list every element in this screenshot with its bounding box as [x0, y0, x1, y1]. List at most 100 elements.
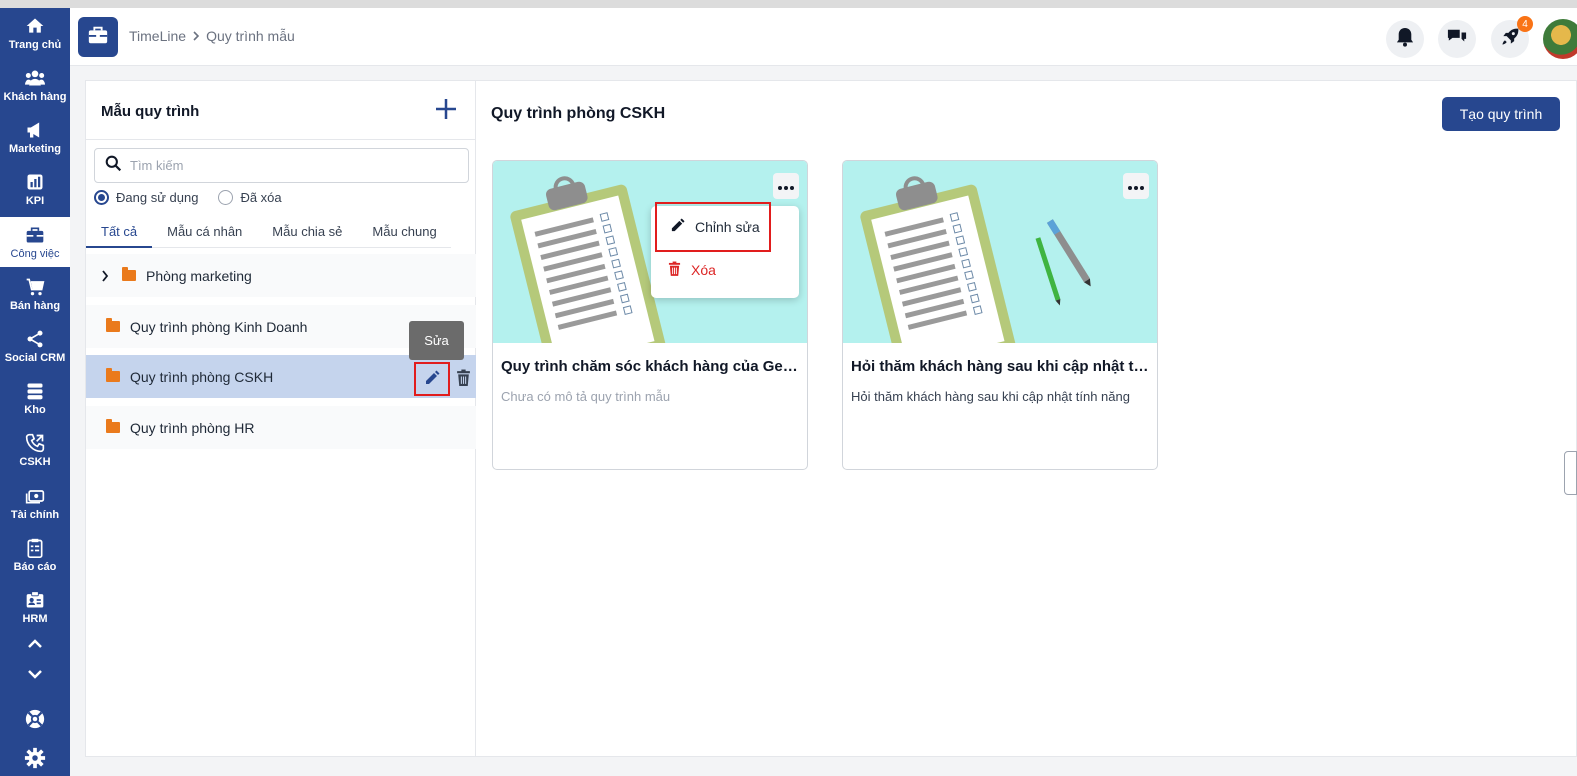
template-tabs: Tất cả Mẫu cá nhân Mẫu chia sẻ Mẫu chung: [86, 222, 451, 248]
template-more-button[interactable]: [773, 173, 799, 199]
nav-finance[interactable]: Tài chính: [0, 478, 70, 528]
page-title: Quy trình phòng CSKH: [491, 105, 666, 122]
edit-tooltip: Sửa: [409, 321, 464, 360]
nav-scroll-up[interactable]: [0, 634, 70, 656]
tab-shared[interactable]: Mẫu chia sẻ: [257, 222, 357, 248]
create-process-button[interactable]: Tạo quy trình: [1442, 97, 1560, 131]
nav-label: Bán hàng: [9, 299, 61, 312]
nav-label: HRM: [22, 612, 48, 625]
chevron-down-icon: [28, 666, 42, 684]
nav-hrm[interactable]: HRM: [0, 582, 70, 632]
chat-icon: [1446, 27, 1468, 52]
menu-delete[interactable]: Xóa: [655, 246, 771, 294]
nav-kpi[interactable]: KPI: [0, 164, 70, 214]
trash-icon[interactable]: [456, 369, 471, 389]
nav-label: Báo cáo: [13, 560, 57, 573]
folder-icon: [106, 419, 120, 433]
nav-social-crm[interactable]: Social CRM: [0, 321, 70, 371]
tab-all[interactable]: Tất cả: [86, 222, 153, 248]
id-card-icon: [25, 590, 45, 610]
panel-title: Mẫu quy trình: [101, 103, 200, 120]
chevron-right-icon: [192, 28, 200, 44]
more-horizontal-icon: [1128, 177, 1144, 195]
home-icon: [25, 16, 45, 36]
search-input[interactable]: [130, 158, 450, 173]
menu-label: Xóa: [691, 262, 716, 278]
folder-name: Quy trình phòng CSKH: [130, 368, 274, 385]
radio-label: Đã xóa: [240, 190, 282, 205]
notifications-button[interactable]: [1386, 20, 1424, 58]
folder-icon: [106, 318, 120, 332]
side-scroll-handle[interactable]: [1564, 451, 1577, 495]
help-button[interactable]: [0, 706, 70, 736]
folder-name: Quy trình phòng Kinh Doanh: [130, 318, 308, 335]
add-folder-button[interactable]: [432, 97, 460, 125]
tab-personal[interactable]: Mẫu cá nhân: [152, 222, 257, 248]
more-horizontal-icon: [778, 177, 794, 195]
nav-label: Trang chủ: [8, 38, 62, 51]
settings-button[interactable]: [0, 745, 70, 775]
nav-home[interactable]: Trang chủ: [0, 8, 70, 58]
folder-row-cskh[interactable]: Quy trình phòng CSKH: [86, 355, 476, 398]
search-box: [94, 148, 469, 183]
rocket-button[interactable]: 4: [1491, 16, 1533, 58]
nav-marketing[interactable]: Marketing: [0, 112, 70, 162]
warehouse-icon: [25, 381, 45, 401]
chevron-right-icon[interactable]: [101, 269, 117, 282]
status-filter: Đang sử dụng Đã xóa: [94, 190, 302, 205]
messages-button[interactable]: [1438, 20, 1476, 58]
folder-name: Phòng marketing: [146, 267, 252, 284]
nav-label: Tài chính: [10, 508, 60, 521]
nav-warehouse[interactable]: Kho: [0, 373, 70, 423]
nav-label: Marketing: [9, 142, 61, 155]
nav-cskh[interactable]: CSKH: [0, 425, 70, 475]
nav-reports[interactable]: Báo cáo: [0, 530, 70, 580]
template-description: Chưa có mô tả quy trình mẫu: [501, 389, 671, 404]
folder-row-marketing[interactable]: Phòng marketing: [86, 254, 476, 297]
nav-label: Khách hàng: [3, 90, 67, 103]
nav-scroll-down[interactable]: [0, 664, 70, 686]
gear-icon: [24, 747, 46, 774]
users-icon: [25, 68, 45, 88]
notification-badge: 4: [1517, 16, 1533, 32]
nav-work[interactable]: Công việc: [0, 217, 70, 267]
money-icon: [25, 486, 45, 506]
top-header: TimeLine Quy trình mẫu 4: [70, 8, 1577, 66]
nav-label: Social CRM: [4, 351, 66, 364]
breadcrumb: TimeLine Quy trình mẫu: [129, 28, 295, 44]
nav-label: Kho: [24, 403, 46, 416]
rocket-icon: [1500, 27, 1520, 52]
pencil-icon: [670, 218, 685, 236]
cart-icon: [25, 277, 45, 297]
pencil-icon: [424, 370, 440, 389]
bell-icon: [1396, 27, 1414, 52]
main-nav: Trang chủ Khách hàng Marketing KPI Công …: [0, 8, 70, 776]
breadcrumb-current: Quy trình mẫu: [206, 28, 295, 44]
clipboard-illustration: [860, 176, 1091, 343]
tab-common[interactable]: Mẫu chung: [357, 222, 451, 248]
trash-icon: [668, 261, 681, 279]
template-name: Hỏi thăm khách hàng sau khi cập nhật tín…: [851, 358, 1151, 375]
radio-indicator: [94, 190, 109, 205]
edit-folder-button[interactable]: [414, 362, 450, 396]
radio-in-use[interactable]: Đang sử dụng: [94, 190, 198, 205]
template-card[interactable]: Hỏi thăm khách hàng sau khi cập nhật tín…: [842, 160, 1158, 470]
template-name: Quy trình chăm sóc khách hàng của GetFly: [501, 358, 801, 375]
template-context-menu: Chỉnh sửa Xóa: [651, 202, 799, 298]
briefcase-icon: [87, 24, 109, 51]
breadcrumb-root[interactable]: TimeLine: [129, 28, 186, 44]
radio-deleted[interactable]: Đã xóa: [218, 190, 282, 205]
menu-edit[interactable]: Chỉnh sửa: [655, 202, 771, 252]
main-content: Mẫu quy trình Đang sử dụng Đã xóa Tất cả…: [85, 80, 1577, 757]
folder-row-hr[interactable]: Quy trình phòng HR: [86, 406, 476, 449]
module-logo[interactable]: [78, 17, 118, 57]
megaphone-icon: [25, 120, 45, 140]
nav-sales[interactable]: Bán hàng: [0, 269, 70, 319]
template-more-button[interactable]: [1123, 173, 1149, 199]
browser-chrome-strip: [0, 0, 1577, 8]
nav-customers[interactable]: Khách hàng: [0, 60, 70, 110]
avatar[interactable]: [1543, 19, 1577, 59]
nav-label: CSKH: [19, 455, 51, 468]
template-description: Hỏi thăm khách hàng sau khi cập nhật tín…: [851, 389, 1130, 404]
nav-label: Công việc: [10, 247, 60, 260]
